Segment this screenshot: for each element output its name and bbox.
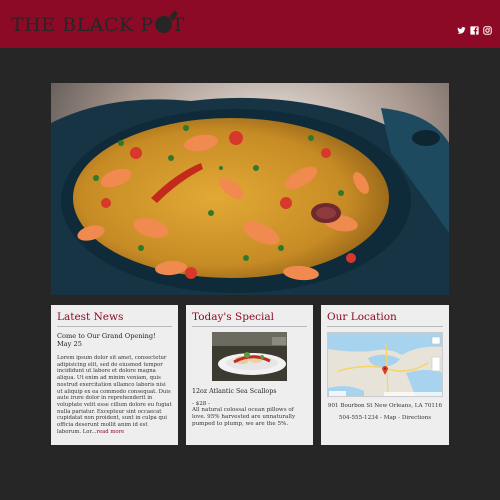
contact-line: 504-555-1234 - Map - Directions	[327, 415, 443, 421]
phone-number: 504-555-1234	[338, 415, 379, 421]
facebook-icon[interactable]	[470, 20, 479, 35]
address: 901 Bourbon St New Orleans, LA 70116	[327, 403, 443, 409]
hero-image	[51, 83, 449, 295]
social-links	[457, 20, 492, 35]
read-more-link[interactable]: read more	[96, 429, 124, 435]
location-map[interactable]	[327, 332, 443, 397]
our-location-card: Our Location 901 Bourbon St New Orleans,…	[321, 305, 449, 445]
special-dish-name: 12oz Atlantic Sea Scallops	[192, 388, 277, 395]
news-text: Lorem ipsum dolor sit amet, consectetur …	[57, 355, 172, 435]
pot-icon	[154, 16, 172, 33]
logo-text: THE BLACK P	[11, 14, 154, 36]
latest-news-card: Latest News Come to Our Grand Opening! M…	[51, 305, 178, 445]
news-headline: Come to Our Grand Opening! May 25	[57, 332, 156, 348]
latest-news-heading: Latest News	[57, 311, 172, 327]
special-description: All natural colossal ocean pillows of lo…	[192, 407, 296, 427]
map-link[interactable]: Map	[384, 415, 397, 421]
news-body: Lorem ipsum dolor sit amet, consectetur …	[57, 355, 172, 435]
directions-link[interactable]: Directions	[402, 415, 431, 421]
todays-special-heading: Today's Special	[192, 311, 307, 327]
instagram-icon[interactable]	[483, 20, 492, 35]
todays-special-card: Today's Special 12oz Atlantic Sea Scallo…	[186, 305, 313, 445]
our-location-heading: Our Location	[327, 311, 443, 327]
special-dish-image	[212, 332, 287, 381]
twitter-icon[interactable]	[457, 20, 466, 34]
site-header: THE BLACK PT	[0, 0, 500, 48]
site-logo[interactable]: THE BLACK PT	[11, 14, 185, 36]
